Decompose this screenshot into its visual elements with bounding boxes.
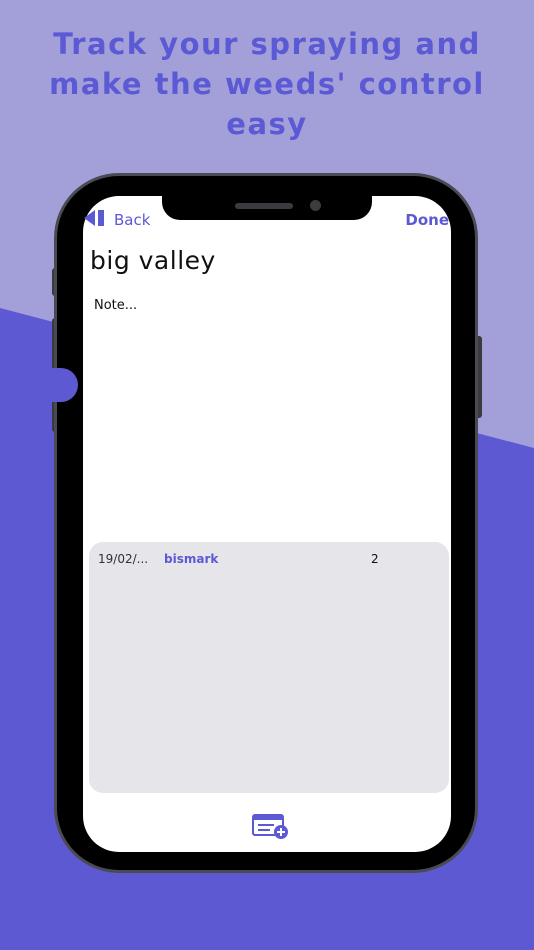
done-button[interactable]: Done: [405, 210, 449, 230]
records-list: 19/02/... bismark 2: [89, 542, 449, 793]
record-name: bismark: [164, 552, 219, 566]
back-button[interactable]: Back: [84, 210, 150, 230]
add-record-button[interactable]: [252, 812, 290, 840]
record-count: 2: [371, 552, 379, 566]
phone-speaker: [235, 203, 293, 209]
back-label: Back: [114, 211, 151, 229]
record-date: 19/02/...: [98, 552, 149, 566]
back-chevron-icon: [84, 210, 114, 230]
phone-power-button: [474, 336, 482, 418]
page-title: big valley: [90, 246, 216, 275]
add-record-icon: [252, 814, 290, 844]
phone-camera: [310, 200, 321, 211]
note-field[interactable]: [92, 296, 451, 530]
list-item[interactable]: 19/02/... bismark 2: [89, 548, 449, 570]
promo-headline: Track your spraying and make the weeds' …: [49, 27, 485, 141]
